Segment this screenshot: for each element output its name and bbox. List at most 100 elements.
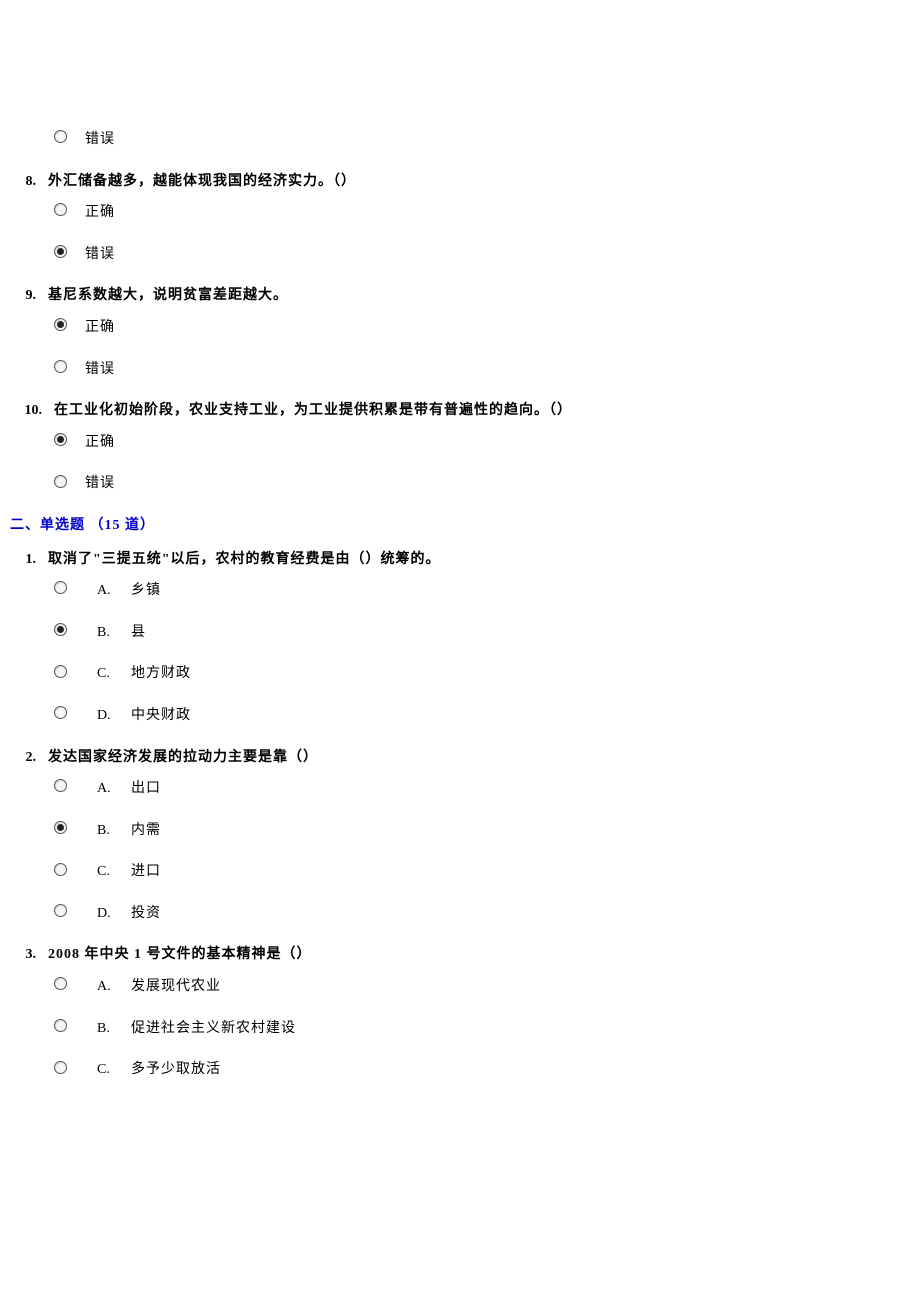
radio-icon (54, 665, 67, 678)
option-label: 促进社会主义新农村建设 (131, 1019, 296, 1039)
radio-button[interactable] (54, 245, 67, 258)
option-label: 县 (131, 623, 146, 643)
mc-option-content: C.地方财政 (97, 664, 191, 684)
radio-button[interactable] (54, 1061, 67, 1074)
option-label: 出口 (131, 779, 161, 799)
mc-option-content: A. 乡镇 (97, 581, 161, 601)
option-letter: A. (97, 977, 117, 997)
radio-button[interactable] (54, 665, 67, 678)
tf-option: 正确 (54, 433, 910, 453)
tf-question: 8. 外汇储备越多，越能体现我国的经济实力。（） 正确错误 (10, 172, 910, 265)
question-number: 10. (10, 401, 42, 421)
radio-icon (54, 821, 67, 834)
radio-button[interactable] (54, 433, 67, 446)
option-letter: B. (97, 1019, 117, 1039)
question-text: 外汇储备越多，越能体现我国的经济实力。（） (48, 172, 356, 192)
radio-icon (54, 360, 67, 373)
mc-option: A. 出口 (54, 779, 910, 799)
tf-option: 正确 (54, 318, 910, 338)
radio-icon (54, 130, 67, 143)
radio-icon (54, 706, 67, 719)
radio-button[interactable] (54, 1019, 67, 1032)
mc-option-content: C. 进口 (97, 862, 161, 882)
mc-option-content: B.内需 (97, 821, 161, 841)
section-title: 二、单选题 （15 道） (10, 516, 910, 536)
question-number: 1. (10, 550, 36, 570)
mc-option: C.地方财政 (54, 664, 910, 684)
radio-icon (54, 779, 67, 792)
radio-icon (54, 1061, 67, 1074)
option-letter: D. (97, 706, 117, 726)
mc-option: B.内需 (54, 821, 910, 841)
tf-option: 正确 (54, 203, 910, 223)
radio-icon (54, 1019, 67, 1032)
radio-button[interactable] (54, 581, 67, 594)
option-label: 正确 (85, 433, 115, 453)
option-label: 多予少取放活 (131, 1060, 221, 1080)
option-label: 中央财政 (131, 706, 191, 726)
question-number: 8. (10, 172, 36, 192)
option-letter: A. (97, 779, 117, 799)
question-header: 10. 在工业化初始阶段，农业支持工业，为工业提供积累是带有普遍性的趋向。（） (10, 401, 910, 421)
question-text: 在工业化初始阶段，农业支持工业，为工业提供积累是带有普遍性的趋向。（） (54, 401, 572, 421)
question-text: 基尼系数越大，说明贫富差距越大。 (48, 286, 288, 306)
mc-option-content: B. 促进社会主义新农村建设 (97, 1019, 296, 1039)
radio-button[interactable] (54, 904, 67, 917)
question-text: 取消了"三提五统"以后，农村的教育经费是由（）统筹的。 (48, 550, 441, 570)
option-label: 发展现代农业 (131, 977, 221, 997)
tf-option: 错误 (54, 245, 910, 265)
radio-button[interactable] (54, 977, 67, 990)
radio-button[interactable] (54, 130, 67, 143)
option-letter: C. (97, 1060, 117, 1080)
option-label: 正确 (85, 203, 115, 223)
radio-icon (54, 318, 67, 331)
option-label: 乡镇 (131, 581, 161, 601)
mc-option: C. 进口 (54, 862, 910, 882)
option-letter: B. (97, 821, 117, 841)
question-header: 2.发达国家经济发展的拉动力主要是靠（） (10, 748, 910, 768)
option-letter: A. (97, 581, 117, 601)
tf-option: 错误 (54, 474, 910, 494)
question-text: 2008 年中央 1 号文件的基本精神是（） (48, 945, 312, 965)
option-label: 错误 (85, 360, 115, 380)
radio-icon (54, 581, 67, 594)
mc-option: B. 促进社会主义新农村建设 (54, 1019, 910, 1039)
tf-option: 错误 (54, 130, 910, 150)
radio-button[interactable] (54, 706, 67, 719)
radio-icon (54, 977, 67, 990)
question-header: 3.2008 年中央 1 号文件的基本精神是（） (10, 945, 910, 965)
mc-question: 2.发达国家经济发展的拉动力主要是靠（） A. 出口 B.内需 C. 进口 D. 投资 (10, 748, 910, 924)
tf-option: 错误 (54, 360, 910, 380)
option-label: 错误 (85, 130, 115, 150)
radio-button[interactable] (54, 779, 67, 792)
radio-button[interactable] (54, 475, 67, 488)
option-label: 投资 (131, 904, 161, 924)
radio-icon (54, 904, 67, 917)
mc-question: 1. 取消了"三提五统"以后，农村的教育经费是由（）统筹的。 A. 乡镇 B. 县 C.地方… (10, 550, 910, 726)
radio-button[interactable] (54, 863, 67, 876)
option-letter: C. (97, 862, 117, 882)
option-label: 进口 (131, 862, 161, 882)
tf-question: 9. 基尼系数越大，说明贫富差距越大。正确错误 (10, 286, 910, 379)
radio-button[interactable] (54, 360, 67, 373)
radio-icon (54, 863, 67, 876)
question-number: 9. (10, 286, 36, 306)
option-label: 错误 (85, 245, 115, 265)
mc-option-content: C. 多予少取放活 (97, 1060, 221, 1080)
radio-icon (54, 245, 67, 258)
radio-icon (54, 203, 67, 216)
radio-button[interactable] (54, 203, 67, 216)
option-letter: B. (97, 623, 117, 643)
radio-icon (54, 475, 67, 488)
mc-option: A. 乡镇 (54, 581, 910, 601)
radio-button[interactable] (54, 318, 67, 331)
question-header: 9. 基尼系数越大，说明贫富差距越大。 (10, 286, 910, 306)
radio-button[interactable] (54, 623, 67, 636)
mc-option: B. 县 (54, 623, 910, 643)
option-letter: D. (97, 904, 117, 924)
option-label: 正确 (85, 318, 115, 338)
question-header: 8. 外汇储备越多，越能体现我国的经济实力。（） (10, 172, 910, 192)
mc-question: 3.2008 年中央 1 号文件的基本精神是（） A. 发展现代农业 B. 促进社会主义… (10, 945, 910, 1079)
mc-option-content: A. 出口 (97, 779, 161, 799)
radio-button[interactable] (54, 821, 67, 834)
